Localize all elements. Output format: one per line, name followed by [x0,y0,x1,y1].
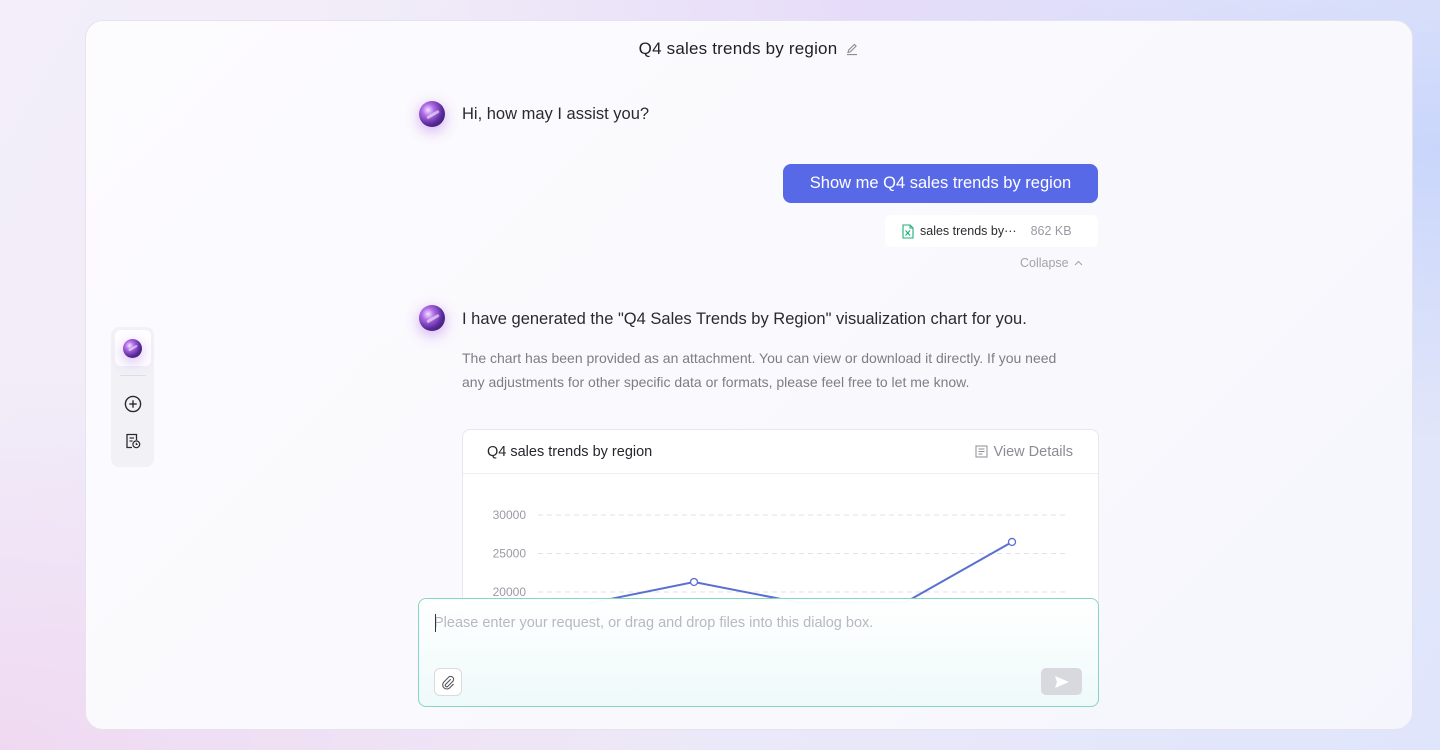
message-input[interactable] [434,611,1074,635]
series-line [587,541,1013,605]
assistant-response-body: The chart has been provided as an attach… [462,350,1057,390]
chart-card-header: Q4 sales trends by region View Details [463,430,1098,474]
user-message-text: Show me Q4 sales trends by region [809,174,1072,192]
send-button[interactable] [1041,668,1082,695]
new-chat-button[interactable] [118,389,148,419]
message-composer [418,598,1099,707]
text-caret [435,614,436,632]
assistant-avatar [419,101,445,127]
chat-window: Q4 sales trends by region Hi, how may I … [85,20,1413,730]
paperclip-icon [442,675,455,690]
plus-circle-icon [124,395,141,413]
document-clock-icon [125,433,140,449]
history-button[interactable] [118,426,148,456]
attachment-chip[interactable]: sales trends by··· 862 KB [885,215,1098,247]
chevron-up-icon [1074,260,1083,266]
orb-avatar-icon [123,338,142,358]
attach-file-button[interactable] [434,668,462,696]
assistant-response-title: I have generated the "Q4 Sales Trends by… [462,310,1027,328]
conversation-title-bar: Q4 sales trends by region [86,37,1412,61]
send-arrow-icon [1054,675,1069,688]
collapse-label: Collapse [1020,256,1069,270]
attachment-name: sales trends by··· [920,224,1017,238]
y-tick-label: 30000 [493,508,527,522]
view-details-button[interactable]: View Details [975,444,1073,460]
details-list-icon [975,445,988,458]
chart-card-title: Q4 sales trends by region [487,443,653,460]
toolbar-divider [119,375,146,376]
view-details-label: View Details [993,443,1073,460]
y-tick-label: 20000 [493,585,527,599]
excel-file-icon [902,223,914,239]
data-point[interactable] [1007,537,1017,547]
conversation-title: Q4 sales trends by region [638,39,838,58]
assistant-greeting: Hi, how may I assist you? [462,105,650,123]
attachment-size: 862 KB [1030,224,1072,238]
assistant-avatar [419,305,445,331]
data-point[interactable] [689,577,699,587]
collapse-toggle[interactable]: Collapse [1020,256,1083,270]
left-toolbar [111,327,154,467]
y-tick-label: 25000 [493,547,527,561]
edit-pencil-icon[interactable] [845,42,859,56]
assistant-avatar-button[interactable] [114,330,151,366]
user-message-bubble: Show me Q4 sales trends by region [783,164,1098,203]
